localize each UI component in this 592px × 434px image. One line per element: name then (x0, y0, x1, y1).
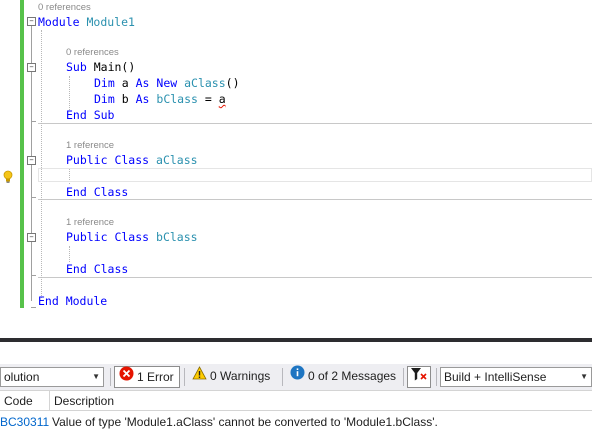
outline-end (31, 197, 36, 198)
toolbar-divider (184, 368, 185, 386)
change-tracking-bar (20, 0, 24, 308)
type-name: aClass (184, 76, 226, 90)
chevron-down-icon: ▼ (580, 372, 588, 381)
keyword: Dim (94, 76, 115, 90)
module-name: Module1 (86, 15, 135, 29)
code-line-end-class[interactable]: End Class (66, 185, 128, 199)
scope-dropdown[interactable]: olution ▼ (0, 367, 104, 387)
error-description: Value of type 'Module1.aClass' cannot be… (52, 415, 438, 429)
panel-spacer (0, 342, 592, 364)
error-row[interactable]: BC30311 Value of type 'Module1.aClass' c… (0, 411, 592, 433)
lightbulb-icon[interactable] (3, 169, 13, 183)
warnings-count-label: 0 Warnings (210, 369, 271, 383)
error-code-link[interactable]: BC30311 (0, 411, 49, 433)
code-line-end-sub[interactable]: End Sub (66, 108, 114, 122)
code-line-sub[interactable]: Sub Main() (66, 60, 135, 74)
code-line-end-module[interactable]: End Module (38, 294, 107, 308)
chevron-down-icon: ▼ (92, 372, 100, 381)
warnings-filter-button[interactable]: 0 Warnings (188, 365, 278, 388)
scope-dropdown-value: olution (4, 370, 40, 384)
type-name: bClass (156, 92, 198, 106)
indent-guide (69, 76, 70, 110)
codelens-references[interactable]: 0 references (66, 47, 119, 58)
keyword: As (135, 76, 150, 90)
errors-count-label: 1 Error (137, 370, 174, 384)
code-line-dim-b[interactable]: Dim b As bClass = a (94, 92, 226, 106)
method-separator (38, 199, 592, 200)
indent-guide (41, 30, 42, 298)
column-header-description[interactable]: Description (50, 391, 354, 411)
code-line-module[interactable]: Module Module1 (38, 15, 135, 29)
toolbar-divider (282, 368, 283, 386)
operator: = (204, 92, 212, 106)
method-name: Main() (93, 60, 136, 74)
build-source-dropdown[interactable]: Build + IntelliSense ▼ (440, 367, 592, 387)
error-icon (119, 366, 134, 387)
outline-end (31, 275, 36, 276)
code-line-dim-a[interactable]: Dim a As New aClass() (94, 76, 240, 90)
warning-icon (192, 365, 207, 386)
error-squiggle[interactable]: a (219, 92, 226, 106)
codelens-references[interactable]: 0 references (38, 2, 91, 13)
outline-end (31, 121, 36, 122)
current-line-highlight (38, 168, 592, 182)
class-name: bClass (156, 230, 198, 244)
variable: b (121, 92, 129, 106)
parens: () (225, 76, 240, 90)
indent-guide (69, 246, 70, 262)
class-name: aClass (156, 153, 198, 167)
code-line-bclass[interactable]: Public Class bClass (66, 230, 198, 244)
variable: a (121, 76, 129, 90)
keyword: Module (38, 15, 80, 29)
keyword: Sub (66, 60, 87, 74)
messages-count-label: 0 of 2 Messages (308, 369, 397, 383)
code-line-aclass[interactable]: Public Class aClass (66, 153, 198, 167)
collapse-aclass-icon[interactable]: − (27, 156, 36, 165)
codelens-references[interactable]: 1 reference (66, 217, 114, 228)
keyword: Dim (94, 92, 115, 106)
collapse-bclass-icon[interactable]: − (27, 233, 36, 242)
collapse-sub-icon[interactable]: − (27, 63, 36, 72)
toolbar-divider (110, 368, 111, 386)
filter-icon (410, 366, 428, 388)
keyword: As (135, 92, 150, 106)
column-header-code[interactable]: Code (0, 391, 50, 411)
toolbar-divider (436, 368, 437, 386)
info-icon (290, 365, 305, 386)
errors-filter-button[interactable]: 1 Error (114, 366, 180, 388)
messages-filter-button[interactable]: 0 of 2 Messages (286, 365, 400, 388)
build-source-value: Build + IntelliSense (444, 370, 547, 384)
toolbar-divider (403, 368, 404, 386)
method-separator (38, 277, 592, 278)
error-list-toolbar: olution ▼ 1 Error 0 Warnings 0 of 2 Mess… (0, 364, 592, 390)
codelens-references[interactable]: 1 reference (66, 140, 114, 151)
filter-button[interactable] (407, 366, 431, 388)
outline-end (31, 307, 36, 308)
code-line-end-class[interactable]: End Class (66, 262, 128, 276)
method-separator (38, 123, 592, 124)
keyword: Public Class (66, 153, 150, 167)
error-list-header: Code Description (0, 390, 592, 411)
code-editor[interactable]: − − − − 0 references Module Module1 0 re… (0, 0, 592, 338)
keyword: New (156, 76, 178, 90)
keyword: Public Class (66, 230, 150, 244)
collapse-module-icon[interactable]: − (27, 17, 36, 26)
